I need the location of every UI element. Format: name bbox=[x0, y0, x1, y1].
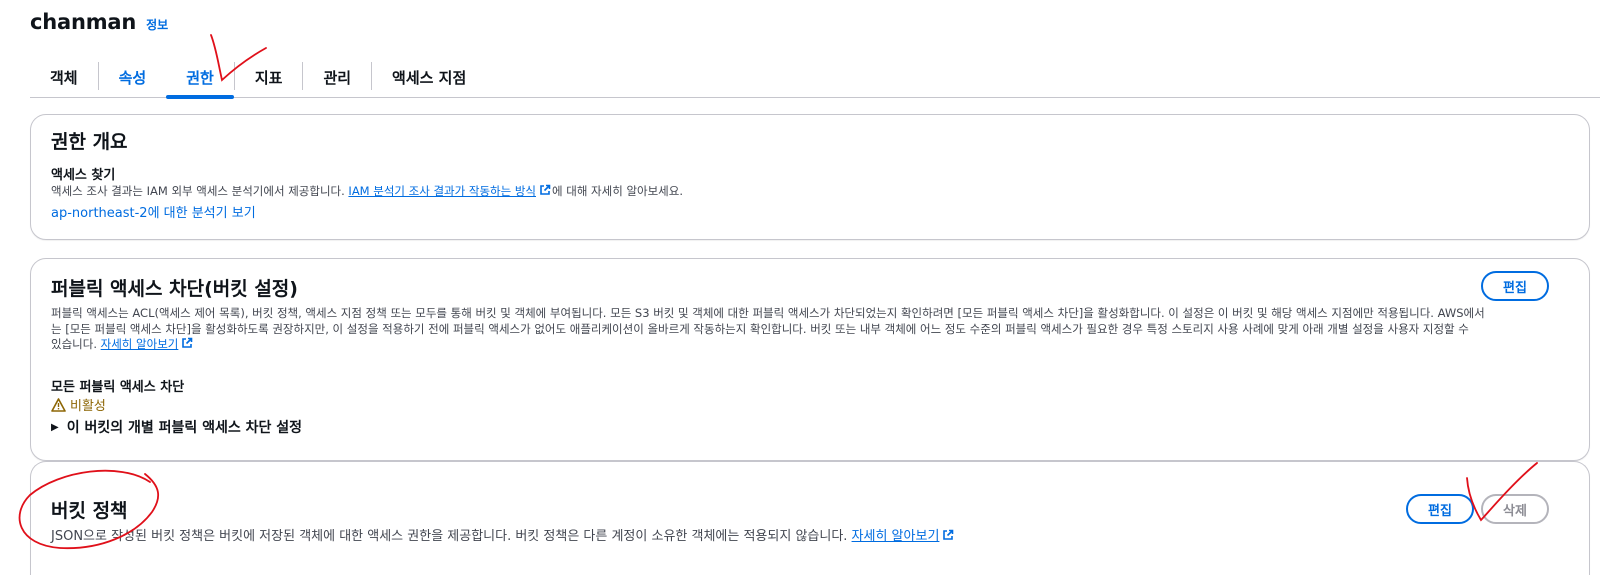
analyzer-region-link[interactable]: ap-northeast-2에 대한 분석기 보기 bbox=[51, 202, 256, 221]
description-text: 에 대해 자세히 알아보세요. bbox=[552, 184, 684, 198]
info-link[interactable]: 정보 bbox=[146, 16, 168, 33]
tab-objects[interactable]: 객체 bbox=[30, 58, 98, 97]
status-text: 비활성 bbox=[70, 399, 106, 414]
expander-label: 이 버킷의 개별 퍼블릭 액세스 차단 설정 bbox=[66, 420, 303, 436]
delete-bucket-policy-button[interactable]: 삭제 bbox=[1481, 494, 1549, 524]
description-line: 있습니다. bbox=[51, 337, 101, 351]
caret-right-icon: ▶ bbox=[51, 421, 59, 433]
warning-icon bbox=[51, 397, 66, 412]
edit-bucket-policy-button[interactable]: 편집 bbox=[1406, 494, 1474, 524]
bucket-name: chanman bbox=[30, 10, 137, 34]
individual-settings-expander[interactable]: ▶ 이 버킷의 개별 퍼블릭 액세스 차단 설정 bbox=[51, 417, 302, 437]
panel-title: 버킷 정책 bbox=[51, 500, 128, 522]
external-link-icon bbox=[943, 529, 954, 540]
block-public-access-panel: 퍼블릭 액세스 차단(버킷 설정) 편집 퍼블릭 액세스는 ACL(액세스 제어… bbox=[30, 258, 1590, 461]
permissions-overview-panel: 권한 개요 액세스 찾기 액세스 조사 결과는 IAM 외부 액세스 분석기에서… bbox=[30, 114, 1590, 240]
status-badge: 비활성 bbox=[51, 395, 106, 414]
iam-analyzer-link[interactable]: IAM 분석기 조사 결과가 작동하는 방식 bbox=[348, 184, 536, 198]
block-public-access-description: 퍼블릭 액세스는 ACL(액세스 제어 목록), 버킷 정책, 액세스 지점 정… bbox=[51, 306, 1551, 353]
description-line: 퍼블릭 액세스는 ACL(액세스 제어 목록), 버킷 정책, 액세스 지점 정… bbox=[51, 306, 1485, 320]
bucket-policy-panel: 버킷 정책 편집 삭제 JSON으로 작성된 버킷 정책은 버킷에 저장된 객체… bbox=[30, 461, 1590, 575]
description-text: 액세스 조사 결과는 IAM 외부 액세스 분석기에서 제공합니다. bbox=[51, 184, 349, 198]
description-text: JSON으로 작성된 버킷 정책은 버킷에 저장된 객체에 대한 액세스 권한을… bbox=[51, 529, 852, 544]
learn-more-link[interactable]: 자세히 알아보기 bbox=[852, 529, 940, 544]
panel-title: 퍼블릭 액세스 차단(버킷 설정) bbox=[51, 278, 298, 300]
tab-properties[interactable]: 속성 bbox=[99, 58, 167, 97]
bucket-policy-description: JSON으로 작성된 버킷 정책은 버킷에 저장된 객체에 대한 액세스 권한을… bbox=[51, 529, 955, 545]
edit-block-public-access-button[interactable]: 편집 bbox=[1481, 271, 1549, 301]
tab-access-points[interactable]: 액세스 지점 bbox=[372, 58, 486, 97]
external-link-icon bbox=[540, 184, 551, 195]
learn-more-link[interactable]: 자세히 알아보기 bbox=[101, 337, 179, 351]
block-all-public-access-label: 모든 퍼블릭 액세스 차단 bbox=[51, 380, 185, 395]
tab-management[interactable]: 관리 bbox=[303, 58, 371, 97]
description-line: 는 [모든 퍼블릭 액세스 차단]을 활성화하도록 권장하지만, 이 설정을 적… bbox=[51, 321, 1469, 336]
access-finding-description: 액세스 조사 결과는 IAM 외부 액세스 분석기에서 제공합니다. IAM 분… bbox=[51, 184, 683, 200]
tab-metrics[interactable]: 지표 bbox=[235, 58, 303, 97]
tab-permissions[interactable]: 권한 bbox=[166, 58, 234, 99]
tab-bar: 객체 속성 권한 지표 관리 액세스 지점 bbox=[30, 58, 1600, 99]
panel-title: 권한 개요 bbox=[51, 131, 128, 153]
external-link-icon bbox=[182, 337, 193, 348]
page-header: chanman 정보 bbox=[30, 10, 168, 34]
access-finding-heading: 액세스 찾기 bbox=[51, 168, 116, 183]
s3-bucket-permissions-page: chanman 정보 객체 속성 권한 지표 관리 액세스 지점 권한 개요 액… bbox=[0, 0, 1600, 575]
